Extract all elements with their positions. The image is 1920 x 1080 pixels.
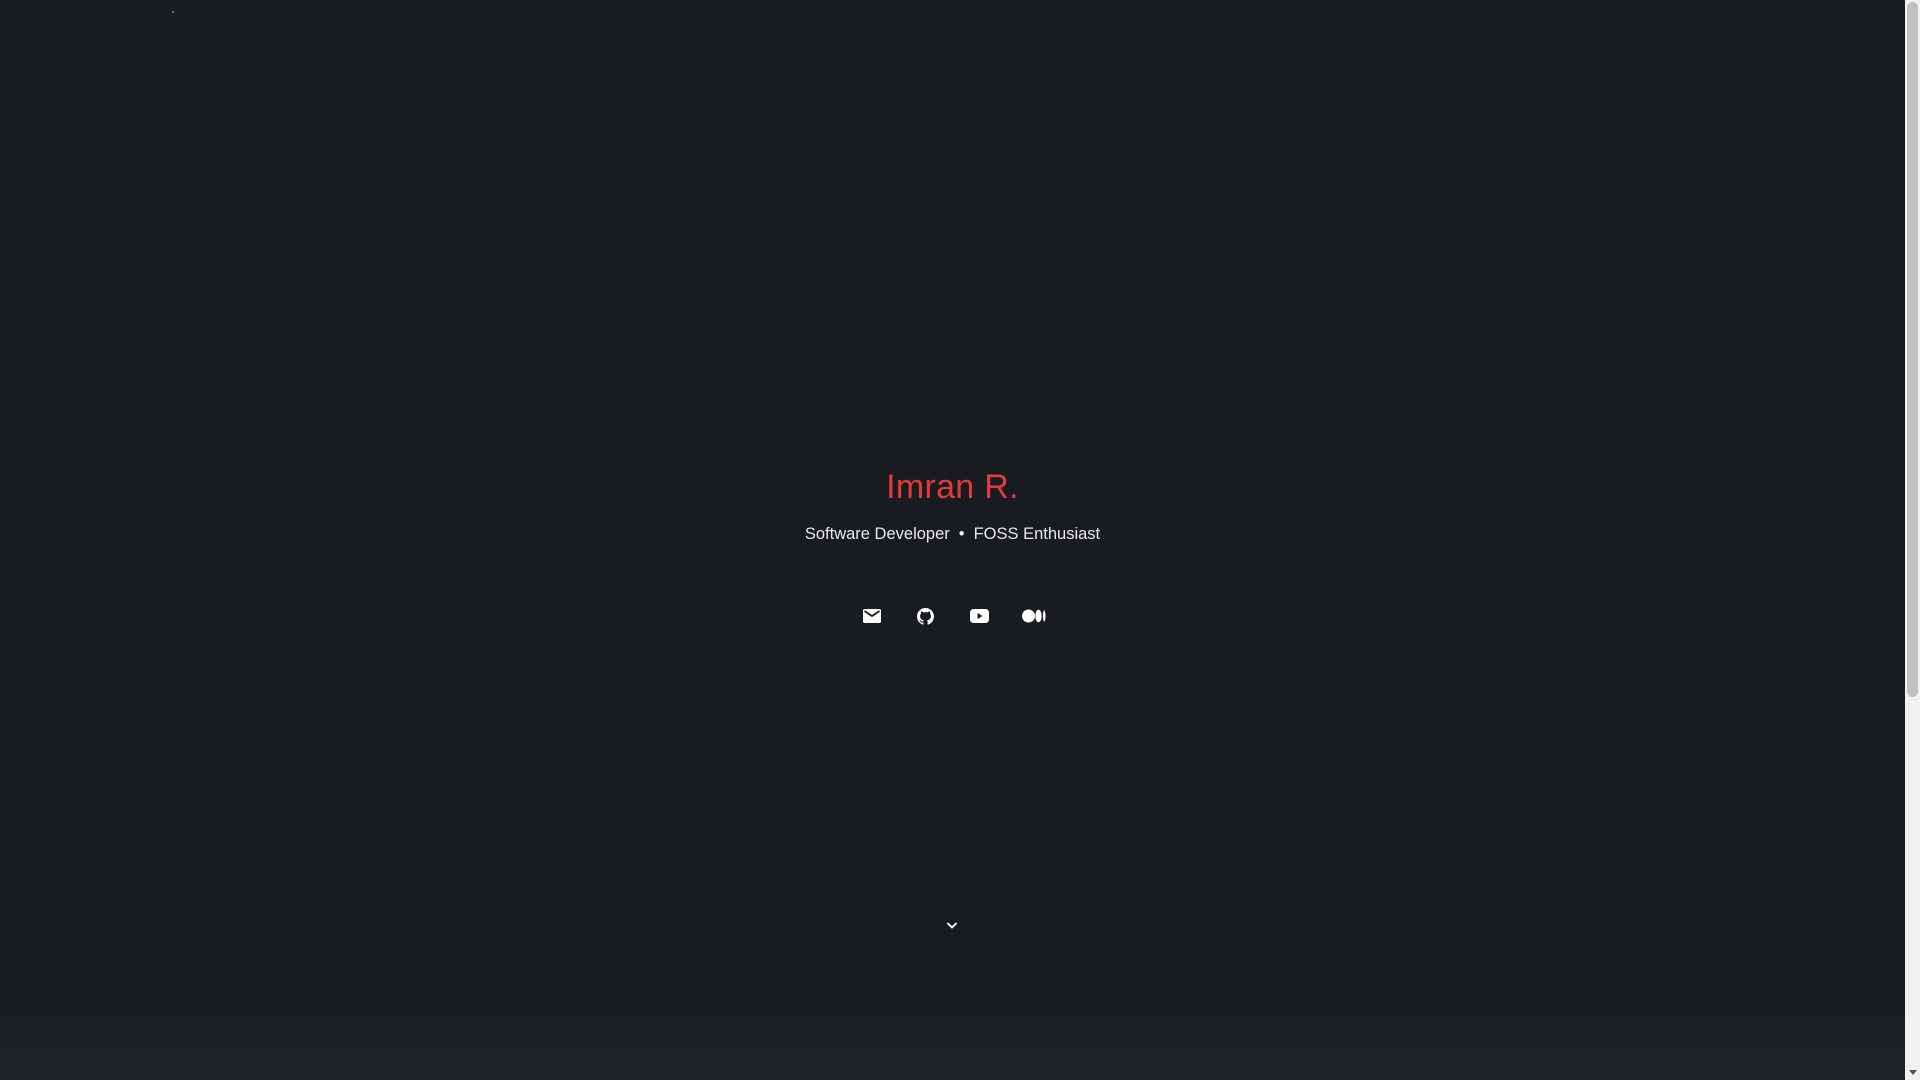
- chevron-down-icon: [947, 916, 957, 934]
- decorative-dot: [172, 11, 174, 13]
- github-link[interactable]: [914, 604, 938, 628]
- site-owner-name: Imran R.: [886, 468, 1019, 506]
- tagline-role: Software Developer: [804, 525, 950, 543]
- tagline-interest: FOSS Enthusiast: [973, 525, 1101, 543]
- scrollbar-thumb[interactable]: [1907, 2, 1918, 697]
- tagline-separator: •: [958, 525, 965, 543]
- vertical-scrollbar[interactable]: [1905, 0, 1920, 1080]
- github-icon: [917, 607, 934, 625]
- next-section-preview: [0, 1016, 1905, 1080]
- scroll-down-button[interactable]: [944, 919, 960, 931]
- medium-link[interactable]: [1021, 604, 1046, 628]
- tagline: Software Developer • FOSS Enthusiast: [0, 523, 1905, 545]
- hero-section: Imran R. Software Developer • FOSS Enthusi…: [0, 0, 1905, 1016]
- medium-icon: [1021, 609, 1046, 623]
- social-links: [0, 604, 1905, 628]
- mail-icon: [862, 609, 881, 623]
- page: Imran R. Software Developer • FOSS Enthusi…: [0, 0, 1920, 1080]
- scroll-down-arrow-icon[interactable]: [1905, 1065, 1920, 1080]
- youtube-icon: [970, 609, 989, 623]
- youtube-link[interactable]: [968, 604, 992, 628]
- email-link[interactable]: [860, 604, 884, 628]
